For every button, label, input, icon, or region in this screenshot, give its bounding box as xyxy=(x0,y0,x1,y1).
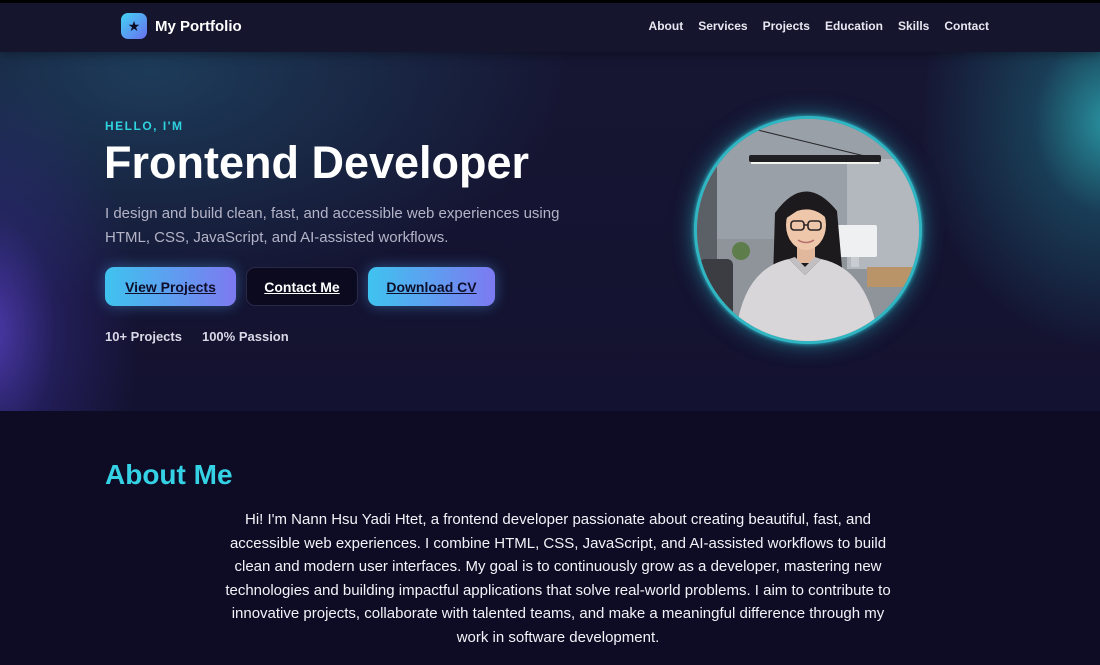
hero-tagline: I design and build clean, fast, and acce… xyxy=(105,205,560,246)
nav-link-about[interactable]: About xyxy=(649,19,684,33)
nav-link-skills[interactable]: Skills xyxy=(898,19,929,33)
hero-headline: Frontend Developer xyxy=(104,137,530,188)
portfolio-page: ★ My Portfolio About Services Projects E… xyxy=(0,0,1100,665)
profile-photo-illustration xyxy=(697,119,919,341)
profile-photo xyxy=(694,116,922,344)
stat-passion: 100% Passion xyxy=(201,329,289,344)
brand-name: My Portfolio xyxy=(155,17,242,35)
star-icon: ★ xyxy=(121,13,147,39)
nav-link-services[interactable]: Services xyxy=(698,19,747,33)
nav-link-projects[interactable]: Projects xyxy=(763,19,810,33)
nav-link-contact[interactable]: Contact xyxy=(944,19,989,33)
navbar: ★ My Portfolio About Services Projects E… xyxy=(0,3,1100,52)
about-text: Hi! I'm Nann Hsu Yadi Htet, a frontend d… xyxy=(225,511,891,646)
stat-projects: 10+ Projects xyxy=(105,329,182,344)
hero-section: HELLO, I'M Frontend Developer I design a… xyxy=(0,52,1100,411)
nav-link-education[interactable]: Education xyxy=(825,19,883,33)
view-projects-button[interactable]: View Projects xyxy=(105,267,236,306)
contact-me-button[interactable]: Contact Me xyxy=(246,267,358,306)
hero-stats: 10+ Projects 100% Passion xyxy=(105,329,289,344)
about-section: About Me Hi! I'm Nann Hsu Yadi Htet, a f… xyxy=(0,411,1100,665)
download-cv-button[interactable]: Download CV xyxy=(368,267,495,306)
nav-links: About Services Projects Education Skills… xyxy=(649,19,989,33)
brand[interactable]: ★ My Portfolio xyxy=(121,13,242,39)
about-title: About Me xyxy=(105,459,233,490)
hero-eyebrow: HELLO, I'M xyxy=(105,119,184,133)
